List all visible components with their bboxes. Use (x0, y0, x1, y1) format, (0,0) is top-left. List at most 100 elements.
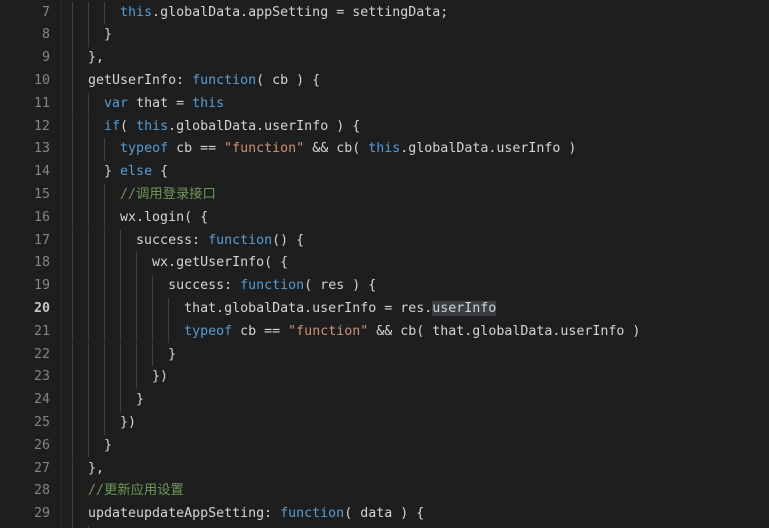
code-token: success: (72, 278, 241, 294)
line-number-24[interactable]: 24 (0, 389, 50, 412)
code-token: .globalData.appSetting = settingData; (152, 4, 449, 20)
code-line[interactable]: } else { (62, 161, 168, 184)
code-line[interactable]: updateupdateAppSetting: function( data )… (62, 503, 424, 526)
code-line[interactable]: if( this.globalData.userInfo ) { (62, 116, 360, 139)
code-line-text: if( this.globalData.userInfo ) { (62, 116, 360, 139)
line-number-26[interactable]: 26 (0, 435, 50, 458)
code-token: this (120, 4, 153, 20)
line-number-20[interactable]: 20 (0, 298, 50, 321)
code-line[interactable]: success: function() { (62, 230, 304, 253)
code-line-text: }, (62, 458, 104, 481)
line-number-15[interactable]: 15 (0, 184, 50, 207)
code-line[interactable]: that.globalData.userInfo = res.userInfo (62, 298, 497, 321)
line-number-16[interactable]: 16 (0, 207, 50, 230)
line-number-25[interactable]: 25 (0, 412, 50, 435)
code-token: else (120, 164, 153, 180)
line-number-23[interactable]: 23 (0, 366, 50, 389)
code-line-text: var that = this (62, 93, 224, 116)
code-line-text: typeof cb == "function" && cb( that.glob… (62, 321, 640, 344)
line-number-18[interactable]: 18 (0, 252, 50, 275)
code-line-text: } (62, 24, 112, 47)
line-number-7[interactable]: 7 (0, 2, 50, 25)
line-number-28[interactable]: 28 (0, 480, 50, 503)
code-line[interactable]: this.globalData.appSetting = settingData… (62, 2, 448, 25)
code-line-text: } (62, 344, 176, 367)
code-token: { (152, 164, 169, 180)
code-line[interactable]: }, (62, 458, 104, 481)
code-line-text: } (62, 435, 112, 458)
code-line[interactable]: } (62, 389, 144, 412)
code-token: ( res ) { (304, 278, 377, 294)
code-line[interactable]: //更新应用设置 (62, 480, 184, 503)
code-token: .globalData.userInfo ) (400, 141, 577, 157)
code-line[interactable]: //调用登录接口 (62, 184, 216, 207)
code-token: ( data ) { (344, 506, 425, 522)
line-number-27[interactable]: 27 (0, 458, 50, 481)
line-number-17[interactable]: 17 (0, 230, 50, 253)
code-token: //调用登录接口 (120, 186, 216, 202)
code-line-text: updateupdateAppSetting: function( data )… (62, 503, 424, 526)
line-number-21[interactable]: 21 (0, 321, 50, 344)
code-content-area[interactable]: this.globalData.appSetting = settingData… (62, 0, 769, 528)
code-line-text: } else { (62, 161, 168, 184)
line-number-9[interactable]: 9 (0, 47, 50, 70)
code-line[interactable]: }, (62, 47, 104, 70)
code-editor[interactable]: 7 8 9 10 11 12 13 14 15 16 17 18 19 20 21 22 23 24 25 26 27 2… (0, 0, 769, 528)
code-token: //更新应用设置 (88, 483, 184, 499)
code-line[interactable]: var that = this (62, 93, 224, 116)
line-number-gutter[interactable]: 7 8 9 10 11 12 13 14 15 16 17 18 19 20 21 22 23 24 25 26 27 2… (0, 0, 62, 528)
code-line[interactable]: wx.login( { (62, 207, 208, 230)
code-token: && cb( (304, 141, 369, 157)
line-number-14[interactable]: 14 (0, 161, 50, 184)
code-token: wx.login( { (72, 209, 209, 225)
code-line-text: }, (62, 47, 104, 70)
line-number-29[interactable]: 29 (0, 503, 50, 526)
code-token: function (192, 72, 257, 88)
code-token: typeof (120, 141, 169, 157)
code-line[interactable]: }) (62, 366, 168, 389)
code-token: function (208, 232, 273, 248)
code-token: }, (72, 460, 105, 476)
code-token: wx.getUserInfo( { (72, 255, 289, 271)
code-line[interactable]: typeof cb == "function" && cb( that.glob… (62, 321, 640, 344)
code-token: success: (72, 232, 209, 248)
code-line[interactable]: } (62, 24, 112, 47)
code-line[interactable]: } (62, 344, 176, 367)
line-number-11[interactable]: 11 (0, 93, 50, 116)
line-number-22[interactable]: 22 (0, 344, 50, 367)
line-number-10[interactable]: 10 (0, 70, 50, 93)
code-line-text: that.globalData.userInfo = res.userInfo (62, 298, 497, 321)
line-number-12[interactable]: 12 (0, 116, 50, 139)
code-token: ( cb ) { (256, 72, 321, 88)
code-line[interactable]: wx.getUserInfo( { (62, 252, 288, 275)
code-token: "function" (224, 141, 305, 157)
code-token: if (104, 118, 121, 134)
code-token: } (72, 27, 113, 43)
line-number-8[interactable]: 8 (0, 24, 50, 47)
code-token: function (240, 278, 305, 294)
code-line[interactable]: getUserInfo: function( cb ) { (62, 70, 320, 93)
code-token: } (72, 164, 121, 180)
code-token: userInfo (432, 300, 497, 316)
code-token: that = (128, 95, 193, 111)
code-line-text: }) (62, 366, 168, 389)
code-line[interactable]: success: function( res ) { (62, 275, 376, 298)
code-line-text: }) (62, 412, 136, 435)
code-line[interactable]: typeof cb == "function" && cb( this.glob… (62, 138, 576, 161)
code-line-text: wx.getUserInfo( { (62, 252, 288, 275)
code-line-text: //调用登录接口 (62, 184, 216, 207)
code-token: } (72, 437, 113, 453)
code-line[interactable]: } (62, 435, 112, 458)
code-token: cb == (232, 323, 289, 339)
code-line-text: getUserInfo: function( cb ) { (62, 70, 320, 93)
line-number-13[interactable]: 13 (0, 138, 50, 161)
code-line-text: this.globalData.appSetting = settingData… (62, 2, 448, 25)
code-line[interactable]: }) (62, 412, 136, 435)
line-number-19[interactable]: 19 (0, 275, 50, 298)
code-token: && cb( that.globalData.userInfo ) (368, 323, 641, 339)
